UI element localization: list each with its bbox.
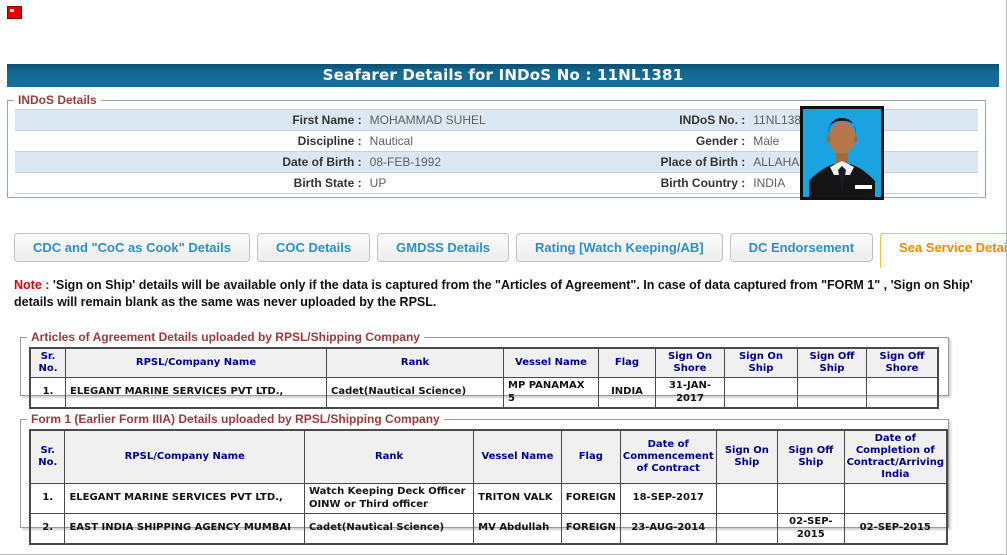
field-label: Birth Country : <box>660 176 746 190</box>
tab-gmdss-details[interactable]: GMDSS Details <box>377 233 510 262</box>
field-label: Birth State : <box>293 176 362 190</box>
table-cell: EAST INDIA SHIPPING AGENCY MUMBAI <box>64 513 305 545</box>
tab-cdc-coc-as-cook[interactable]: CDC and "CoC as Cook" Details <box>14 233 250 262</box>
table-cell <box>866 377 939 409</box>
field-label: INDoS No. : <box>679 113 746 127</box>
col-header: Date of Commencement of Contract <box>619 429 717 484</box>
table-cell <box>715 483 779 514</box>
form1-table: Sr. No. RPSL/Company Name Rank Vessel Na… <box>29 429 948 545</box>
col-header: Sign Off Ship <box>797 347 867 378</box>
table-cell: MP PANAMAX 5 <box>503 377 599 409</box>
table-cell: INDIA <box>598 377 656 409</box>
note-text: Note : 'Sign on Ship' details will be av… <box>14 277 992 311</box>
seafarer-photo <box>800 106 884 200</box>
col-header: Sr. No. <box>29 347 66 378</box>
col-header: Sign On Ship <box>724 347 798 378</box>
broken-image-icon <box>7 6 22 19</box>
articles-table: Sr. No. RPSL/Company Name Rank Vessel Na… <box>29 347 939 409</box>
tab-bar: CDC and "CoC as Cook" Details COC Detail… <box>14 233 1006 268</box>
table-cell: FOREIGN <box>560 513 621 545</box>
col-header: Sign Off Ship <box>777 429 845 484</box>
table-cell <box>797 377 867 409</box>
field-value: Nautical <box>369 134 414 148</box>
table-cell <box>715 513 779 545</box>
tab-rating-watch-keeping[interactable]: Rating [Watch Keeping/AB] <box>516 233 723 262</box>
col-header: Flag <box>598 347 656 378</box>
table-row: 1. ELEGANT MARINE SERVICES PVT LTD., Cad… <box>29 377 939 409</box>
table-cell: MV Abdullah <box>473 513 562 545</box>
table-cell: 02-SEP-2015 <box>843 513 948 545</box>
table-header-row: Sr. No. RPSL/Company Name Rank Vessel Na… <box>29 347 939 378</box>
table-cell: 18-SEP-2017 <box>619 483 717 514</box>
table-cell: 1. <box>29 377 66 409</box>
table-cell: TRITON VALK <box>473 483 562 514</box>
form1-legend: Form 1 (Earlier Form IIIA) Details uploa… <box>31 412 440 426</box>
col-header: Date of Completion of Contract/Arriving … <box>843 429 948 484</box>
col-header: Sign On Shore <box>655 347 725 378</box>
col-header: Sign Off Shore <box>866 347 939 378</box>
table-row: 1. ELEGANT MARINE SERVICES PVT LTD., Wat… <box>29 483 948 514</box>
table-cell: Watch Keeping Deck Officer OINW or Third… <box>303 483 475 514</box>
field-label: Gender : <box>695 134 746 148</box>
table-cell <box>843 483 948 514</box>
table-cell: Cadet(Nautical Science) <box>303 513 475 545</box>
table-cell: 31-JAN-2017 <box>655 377 725 409</box>
tab-dc-endorsement[interactable]: DC Endorsement <box>729 233 874 262</box>
indos-details-legend: INDoS Details <box>18 93 97 107</box>
col-header: Rank <box>303 429 475 484</box>
articles-legend: Articles of Agreement Details uploaded b… <box>31 330 420 344</box>
table-cell: 2. <box>29 513 66 545</box>
col-header: RPSL/Company Name <box>65 347 327 378</box>
field-label: Place of Birth : <box>660 155 746 169</box>
table-cell: 1. <box>29 483 66 514</box>
table-cell: 02-SEP-2015 <box>777 513 845 545</box>
tab-sea-service-details[interactable]: Sea Service Details <box>880 233 1006 268</box>
col-header: Vessel Name <box>503 347 599 378</box>
note-prefix: Note : <box>14 278 50 292</box>
note-body: 'Sign on Ship' details will be available… <box>14 278 973 309</box>
col-header: Flag <box>560 429 621 484</box>
table-cell: Cadet(Nautical Science) <box>326 377 504 409</box>
page-title: Seafarer Details for INDoS No : 11NL1381 <box>7 64 999 87</box>
col-header: Sr. No. <box>29 429 66 484</box>
table-row: 2. EAST INDIA SHIPPING AGENCY MUMBAI Cad… <box>29 513 948 545</box>
field-label: First Name : <box>292 113 362 127</box>
col-header: Vessel Name <box>473 429 562 484</box>
table-cell: ELEGANT MARINE SERVICES PVT LTD., <box>64 483 305 514</box>
table-cell: ELEGANT MARINE SERVICES PVT LTD., <box>65 377 327 409</box>
field-value: 08-FEB-1992 <box>369 155 442 169</box>
form1-section: Form 1 (Earlier Form IIIA) Details uploa… <box>20 412 949 545</box>
page: Seafarer Details for INDoS No : 11NL1381… <box>0 0 1007 555</box>
col-header: RPSL/Company Name <box>64 429 305 484</box>
col-header: Rank <box>326 347 504 378</box>
table-cell: 23-AUG-2014 <box>619 513 717 545</box>
tab-coc-details[interactable]: COC Details <box>256 233 371 262</box>
articles-of-agreement-section: Articles of Agreement Details uploaded b… <box>20 330 949 409</box>
field-value: MOHAMMAD SUHEL <box>369 113 486 127</box>
table-cell: FOREIGN <box>560 483 621 514</box>
field-value: UP <box>369 176 387 190</box>
field-label: Date of Birth : <box>282 155 362 169</box>
field-label: Discipline : <box>297 134 362 148</box>
col-header: Sign On Ship <box>715 429 779 484</box>
table-cell <box>777 483 845 514</box>
table-header-row: Sr. No. RPSL/Company Name Rank Vessel Na… <box>29 429 948 484</box>
table-cell <box>724 377 798 409</box>
